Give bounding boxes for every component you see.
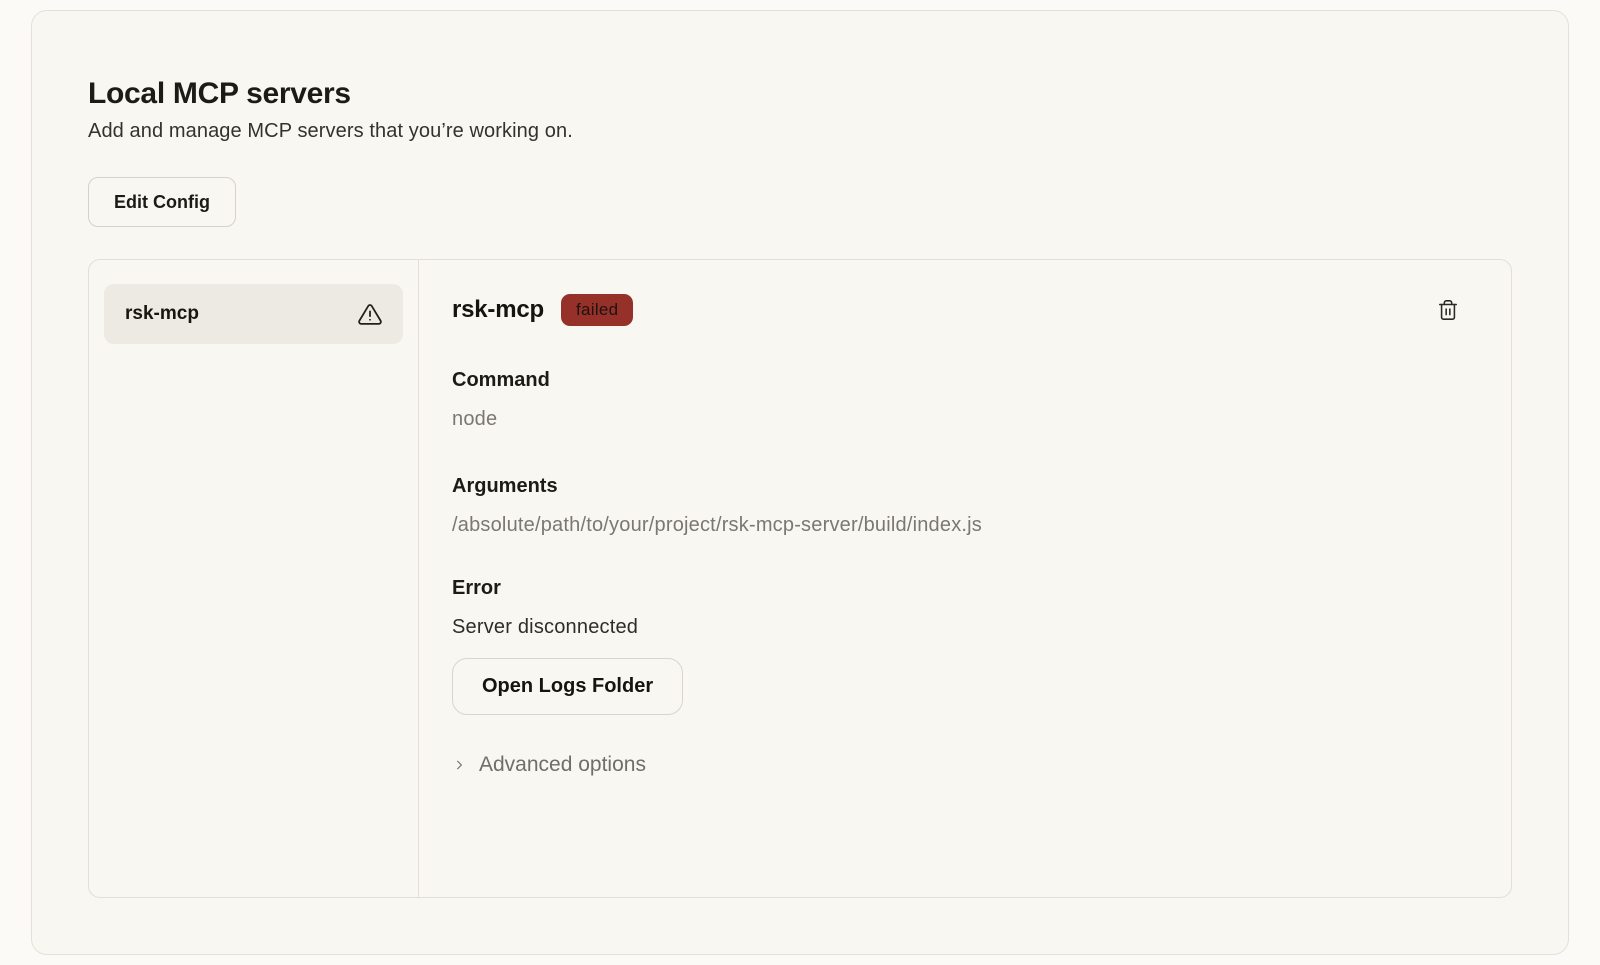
page-title: Local MCP servers [88, 77, 1512, 110]
field-arguments-value: /absolute/path/to/your/project/rsk-mcp-s… [452, 513, 1459, 538]
status-badge: failed [561, 294, 633, 326]
field-command-value: node [452, 407, 1459, 432]
warning-icon [357, 302, 383, 327]
settings-card: Local MCP servers Add and manage MCP ser… [31, 10, 1569, 955]
server-name: rsk-mcp [452, 295, 544, 325]
trash-icon [1437, 297, 1459, 323]
delete-server-button[interactable] [1437, 297, 1459, 323]
field-arguments: Arguments /absolute/path/to/your/project… [452, 474, 1459, 538]
open-logs-folder-button[interactable]: Open Logs Folder [452, 658, 683, 715]
server-list-item-name: rsk-mcp [125, 303, 199, 325]
field-error: Error Server disconnected [452, 576, 1459, 640]
field-command-label: Command [452, 368, 1459, 393]
advanced-options-label: Advanced options [479, 753, 646, 777]
field-command: Command node [452, 368, 1459, 432]
advanced-options-toggle[interactable]: Advanced options [452, 753, 646, 777]
page-subtitle: Add and manage MCP servers that you’re w… [88, 120, 1512, 143]
server-list-sidebar: rsk-mcp [89, 260, 419, 897]
server-detail: rsk-mcp failed Command node [419, 260, 1511, 897]
server-detail-header: rsk-mcp failed [452, 294, 1459, 326]
field-error-label: Error [452, 576, 1459, 601]
server-list-item[interactable]: rsk-mcp [104, 284, 403, 344]
chevron-right-icon [452, 754, 467, 776]
server-panel: rsk-mcp rsk-mcp failed [88, 259, 1512, 898]
field-arguments-label: Arguments [452, 474, 1459, 499]
field-error-value: Server disconnected [452, 615, 1459, 640]
edit-config-button[interactable]: Edit Config [88, 177, 236, 227]
